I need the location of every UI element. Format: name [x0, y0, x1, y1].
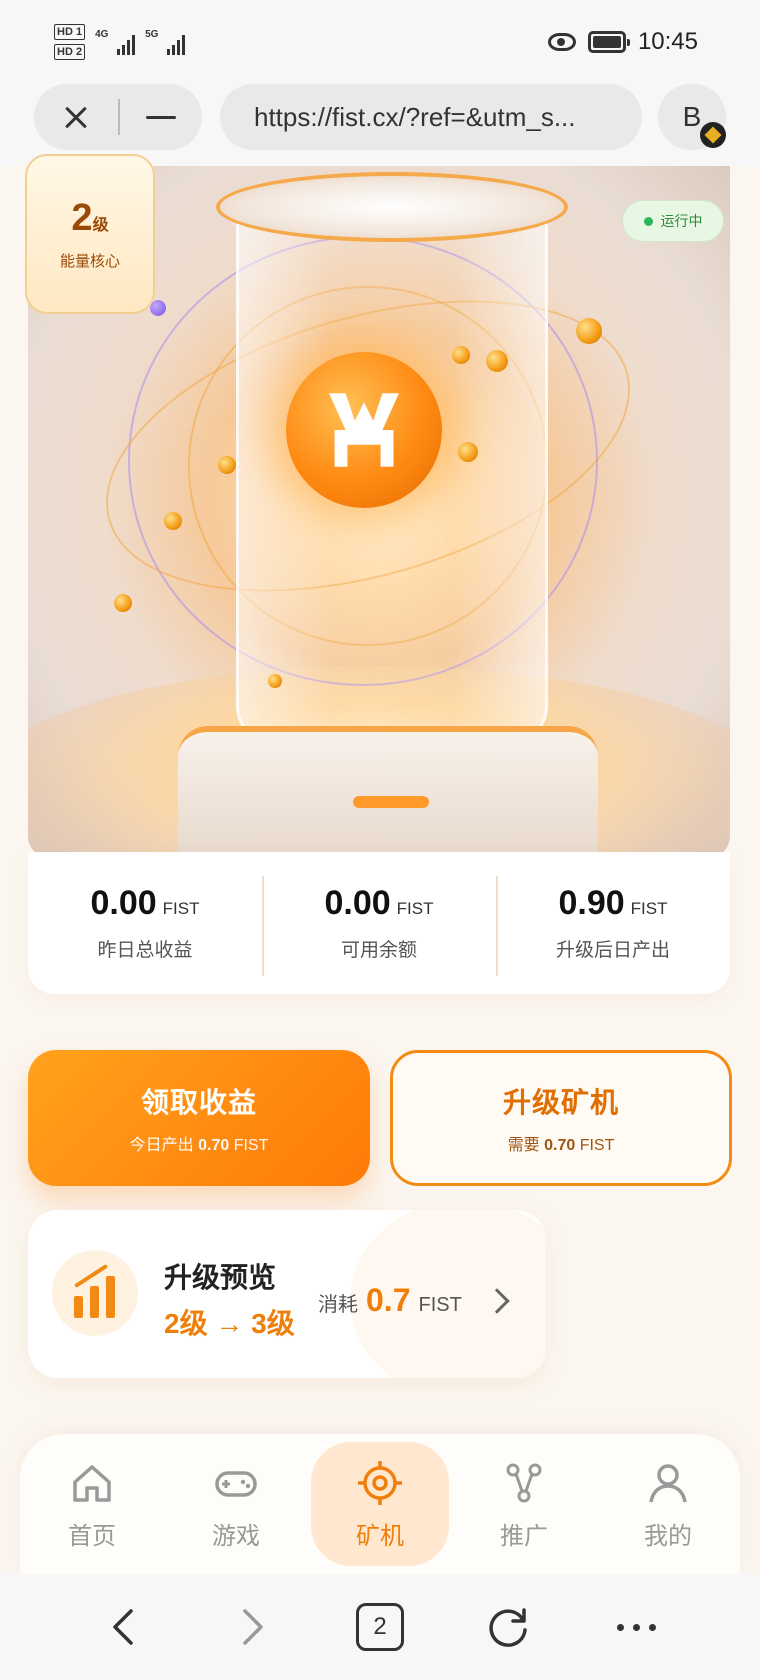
- cylinder-cap: [216, 172, 568, 242]
- level-label: 能量核心: [59, 253, 120, 270]
- stat-value: 0.00: [324, 884, 391, 922]
- tab-label: 我的: [644, 1522, 692, 1550]
- forward-icon[interactable]: [217, 1592, 287, 1662]
- running-status-badge: 运行中: [622, 200, 724, 242]
- orbit-ball: [218, 456, 236, 474]
- tab-label: 推广: [500, 1522, 548, 1550]
- minimize-icon[interactable]: [120, 84, 202, 150]
- signal-group: HD 1 HD 2 4G 5G: [54, 24, 186, 60]
- stat-yesterday-income: 0.00 FIST 昨日总收益: [28, 852, 262, 994]
- bnb-badge-icon: [700, 122, 726, 148]
- upgrade-sub-unit: FIST: [579, 1137, 615, 1154]
- window-controls: [34, 84, 202, 150]
- stat-label: 升级后日产出: [555, 940, 670, 961]
- tabs-button[interactable]: 2: [345, 1592, 415, 1662]
- bar-chart-icon: [52, 1250, 138, 1336]
- orbit-ball: [452, 346, 470, 364]
- tab-label: 首页: [68, 1522, 116, 1550]
- tab-games[interactable]: 游戏: [167, 1442, 305, 1566]
- stat-label: 可用余额: [340, 940, 417, 961]
- cost-label: 消耗: [318, 1294, 358, 1316]
- fist-logo-icon: [329, 393, 399, 467]
- level-badge: 2级 能量核心: [25, 154, 155, 314]
- stat-value: 0.00: [90, 884, 157, 922]
- close-icon[interactable]: [34, 84, 118, 150]
- orbit-ball: [114, 594, 132, 612]
- sim2-label: HD 2: [54, 44, 86, 60]
- status-text: 运行中: [660, 213, 703, 229]
- account-initial: B: [682, 101, 702, 132]
- orbit-ball: [268, 674, 282, 688]
- preview-cost: 消耗 0.7 FIST: [318, 1282, 462, 1319]
- stat-available-balance: 0.00 FIST 可用余额: [262, 852, 496, 994]
- claim-earnings-button[interactable]: 领取收益 今日产出 0.70 FIST: [28, 1050, 370, 1186]
- url-bar[interactable]: https://fist.cx/?ref=&utm_s...: [220, 84, 642, 150]
- preview-title: 升级预览: [164, 1262, 277, 1293]
- net2-label: 5G: [145, 29, 159, 40]
- level-number: 2: [71, 197, 93, 239]
- tab-miner[interactable]: 矿机: [311, 1442, 449, 1566]
- bottom-tab-bar: 首页 游戏 矿机 推广 我的: [20, 1434, 740, 1574]
- share-icon: [499, 1458, 549, 1508]
- tab-promotion[interactable]: 推广: [455, 1442, 593, 1566]
- gamepad-icon: [211, 1458, 261, 1508]
- stats-card: 0.00 FIST 昨日总收益 0.00 FIST 可用余额 0.90 FIST 升级…: [28, 852, 730, 994]
- net1-label: 4G: [95, 29, 109, 40]
- orbit-ball: [576, 318, 602, 344]
- stat-unit: FIST: [162, 899, 200, 918]
- browser-nav-bar: 2: [0, 1574, 760, 1680]
- upgrade-title: 升级矿机: [502, 1087, 619, 1118]
- preview-levels: 2级 → 3级: [164, 1308, 295, 1339]
- clock: 10:45: [637, 28, 698, 55]
- claim-sub-prefix: 今日产出: [129, 1137, 194, 1154]
- tab-profile[interactable]: 我的: [599, 1442, 737, 1566]
- signal-5g-icon: 5G: [145, 29, 186, 55]
- upgrade-preview-card[interactable]: 升级预览 2级 → 3级 消耗 0.7 FIST: [28, 1210, 546, 1378]
- user-icon: [643, 1458, 693, 1508]
- sim1-label: HD 1: [54, 24, 86, 40]
- stat-unit: FIST: [396, 899, 434, 918]
- back-icon[interactable]: [89, 1592, 159, 1662]
- tab-label: 矿机: [356, 1522, 404, 1550]
- upgrade-sub-value: 0.70: [544, 1137, 576, 1154]
- signal-4g-icon: 4G: [95, 29, 136, 55]
- claim-subtitle: 今日产出 0.70 FIST: [130, 1131, 269, 1155]
- home-icon: [67, 1458, 117, 1508]
- tab-label: 游戏: [212, 1522, 260, 1550]
- status-right: 10:45: [547, 28, 698, 56]
- stat-label: 昨日总收益: [97, 940, 193, 961]
- level-value: 2级: [71, 197, 108, 240]
- upgrade-miner-button[interactable]: 升级矿机 需要 0.70 FIST: [390, 1050, 732, 1186]
- cost-value: 0.7: [366, 1282, 411, 1318]
- battery-icon: [587, 31, 630, 53]
- tab-count: 2: [356, 1603, 404, 1651]
- stat-value: 0.90: [558, 884, 625, 922]
- account-avatar[interactable]: B: [658, 84, 726, 150]
- more-icon[interactable]: [601, 1592, 671, 1662]
- eye-icon: [547, 33, 576, 51]
- status-dot-icon: [643, 216, 653, 226]
- claim-sub-value: 0.70: [198, 1137, 230, 1154]
- claim-sub-unit: FIST: [233, 1137, 269, 1154]
- tab-home[interactable]: 首页: [23, 1442, 161, 1566]
- stat-upgraded-output: 0.90 FIST 升级后日产出: [496, 852, 730, 994]
- upgrade-sub-prefix: 需要: [507, 1137, 540, 1154]
- orbit-ball: [486, 350, 508, 372]
- sim-indicators: HD 1 HD 2: [54, 24, 86, 60]
- fist-coin-icon: [286, 352, 442, 508]
- base-light: [353, 796, 429, 808]
- refresh-icon[interactable]: [473, 1592, 543, 1662]
- level-unit: 级: [92, 217, 109, 234]
- target-icon: [355, 1458, 405, 1508]
- orbit-ball: [458, 442, 478, 462]
- stat-unit: FIST: [630, 899, 668, 918]
- miner-base: [178, 726, 598, 858]
- upgrade-subtitle: 需要 0.70 FIST: [508, 1131, 615, 1155]
- claim-title: 领取收益: [140, 1087, 257, 1118]
- cost-unit: FIST: [418, 1294, 462, 1316]
- orbit-ball: [164, 512, 182, 530]
- status-bar: HD 1 HD 2 4G 5G 10:45: [0, 0, 760, 84]
